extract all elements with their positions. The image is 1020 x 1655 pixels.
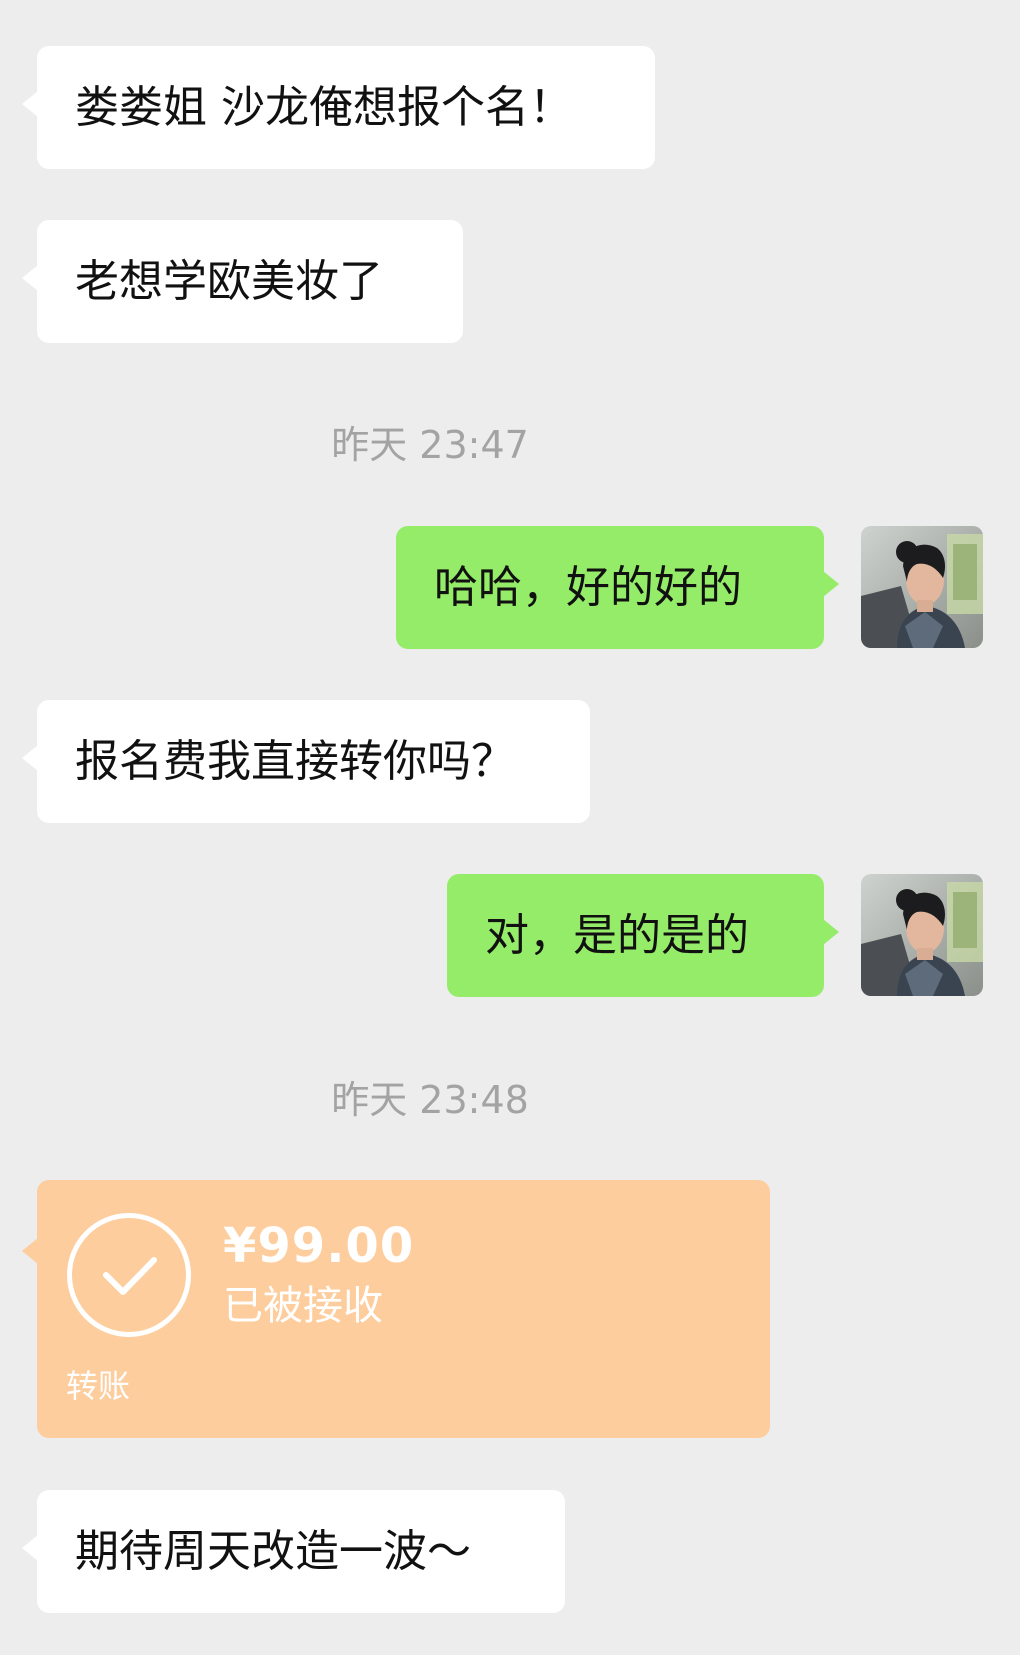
transfer-amount: ¥99.00 — [223, 1218, 415, 1274]
message-bubble-incoming[interactable]: 娄娄姐 沙龙俺想报个名！ — [22, 46, 655, 169]
transfer-status: 已被接收 — [223, 1283, 383, 1329]
message-bubble-incoming[interactable]: 期待周天改造一波～ — [22, 1490, 565, 1613]
message-text: 报名费我直接转你吗？ — [75, 735, 515, 787]
message-timestamp: 昨天 23:47 — [331, 423, 529, 467]
message-bubble-incoming[interactable]: 老想学欧美妆了 — [22, 220, 463, 343]
message-text: 期待周天改造一波～ — [75, 1525, 471, 1577]
user-avatar[interactable] — [861, 874, 983, 996]
avatar-photo-icon — [861, 874, 983, 996]
user-avatar[interactable] — [861, 526, 983, 648]
message-text: 对，是的是的 — [485, 909, 749, 961]
message-text: 娄娄姐 沙龙俺想报个名！ — [75, 81, 573, 133]
message-text: 老想学欧美妆了 — [75, 255, 383, 307]
check-circle-icon — [67, 1213, 191, 1337]
transfer-card[interactable]: ¥99.00 已被接收 转账 — [22, 1180, 770, 1438]
message-bubble-incoming[interactable]: 报名费我直接转你吗？ — [22, 700, 590, 823]
message-bubble-outgoing[interactable]: 对，是的是的 — [447, 874, 839, 997]
bubble-tail — [22, 1238, 38, 1264]
transfer-label: 转账 — [66, 1367, 131, 1405]
message-bubble-outgoing[interactable]: 哈哈，好的好的 — [396, 526, 839, 649]
message-text: 哈哈，好的好的 — [434, 561, 742, 613]
avatar-photo-icon — [861, 526, 983, 648]
message-timestamp: 昨天 23:48 — [331, 1078, 529, 1122]
